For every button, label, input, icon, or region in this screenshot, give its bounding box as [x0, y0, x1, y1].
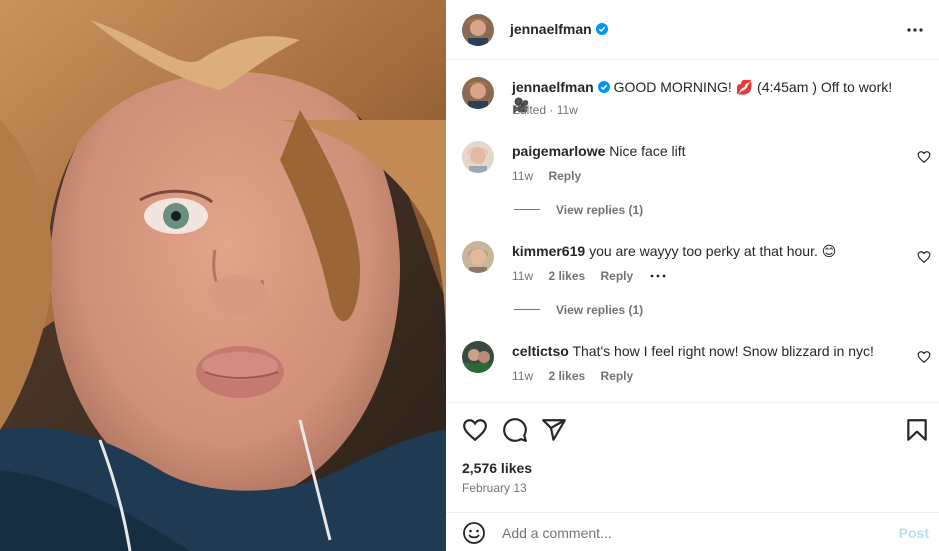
post-actions: 2,576 likes February 13 — [446, 402, 939, 512]
comment-heart-icon[interactable] — [917, 350, 931, 364]
comment-meta: 11w Reply — [512, 169, 593, 183]
comment-age[interactable]: 11w — [512, 369, 533, 383]
comments-list[interactable]: jennaelfman GOOD MORNING! 💋 (4:45am ) Of… — [446, 61, 939, 401]
commenter-username[interactable]: celticts​o — [512, 343, 569, 359]
commenter-username[interactable]: paigemarlowe — [512, 143, 605, 159]
author-username[interactable]: jennaelfman — [510, 21, 608, 37]
reply-button[interactable]: Reply — [601, 369, 634, 383]
comment-meta: 11w 2 likes Reply — [512, 269, 667, 283]
reply-button[interactable]: Reply — [548, 169, 581, 183]
bookmark-icon[interactable] — [904, 417, 930, 443]
replies-divider — [514, 309, 540, 310]
comment-likes[interactable]: 2 likes — [548, 269, 585, 283]
commenter-avatar[interactable] — [462, 141, 494, 173]
author-username-text[interactable]: jennaelfman — [510, 21, 592, 37]
comment-composer: Add a comment... Post — [446, 512, 939, 551]
replies-divider — [514, 209, 540, 210]
heart-icon[interactable] — [462, 417, 488, 443]
reply-button[interactable]: Reply — [601, 269, 634, 283]
verified-badge-icon — [595, 23, 608, 35]
comment-input[interactable]: Add a comment... — [502, 525, 612, 541]
comment-likes[interactable]: 2 likes — [548, 369, 585, 383]
more-options-icon[interactable] — [903, 18, 927, 42]
view-replies-button[interactable]: View replies (1) — [514, 303, 643, 317]
author-avatar[interactable] — [462, 14, 494, 46]
post-photo[interactable] — [0, 0, 446, 551]
comment-text: celticts​o That's how I feel right now! … — [512, 342, 912, 360]
caption-age[interactable]: 11w — [557, 103, 578, 117]
likes-count[interactable]: 2,576 likes — [462, 460, 532, 476]
comment-item: celticts​o That's how I feel right now! … — [446, 339, 939, 399]
comment-body: you are wayyy too perky at that hour. 😊 — [589, 243, 837, 259]
post-date[interactable]: February 13 — [462, 481, 527, 495]
comment-heart-icon[interactable] — [917, 150, 931, 164]
commenter-avatar[interactable] — [462, 341, 494, 373]
emoji-smile-icon[interactable] — [462, 521, 486, 545]
comment-body: Nice face lift — [609, 143, 686, 159]
post-panel: jennaelfman jennaelfman GOOD MORNING! 💋 … — [446, 0, 939, 551]
comment-body: That's how I feel right now! Snow blizza… — [572, 343, 874, 359]
commenter-avatar[interactable] — [462, 241, 494, 273]
comment-text: paigemarlowe Nice face lift — [512, 142, 912, 160]
comment-heart-icon[interactable] — [917, 250, 931, 264]
caption-row: jennaelfman GOOD MORNING! 💋 (4:45am ) Of… — [446, 75, 939, 135]
caption-username[interactable]: jennaelfman — [512, 79, 594, 95]
post-header: jennaelfman — [446, 0, 939, 60]
comment-text: kimmer619 you are wayyy too perky at tha… — [512, 242, 912, 260]
view-replies-button[interactable]: View replies (1) — [514, 203, 643, 217]
comment-item: paigemarlowe Nice face lift 11w Reply Vi… — [446, 139, 939, 229]
comment-item: kimmer619 you are wayyy too perky at tha… — [446, 239, 939, 329]
caption-meta: Edited · 11w — [512, 103, 578, 117]
author-avatar[interactable] — [462, 77, 494, 109]
view-replies-label[interactable]: View replies (1) — [556, 203, 643, 217]
post-button[interactable]: Post — [899, 525, 929, 541]
comment-meta: 11w 2 likes Reply — [512, 369, 645, 383]
paper-plane-icon[interactable] — [541, 417, 567, 443]
comment-options-icon[interactable] — [649, 271, 667, 281]
commenter-username[interactable]: kimmer619 — [512, 243, 585, 259]
edited-label: Edited — [512, 103, 547, 117]
verified-badge-icon — [597, 81, 610, 93]
view-replies-label[interactable]: View replies (1) — [556, 303, 643, 317]
comment-age[interactable]: 11w — [512, 269, 533, 283]
comment-bubble-icon[interactable] — [502, 417, 528, 443]
comment-age[interactable]: 11w — [512, 169, 533, 183]
